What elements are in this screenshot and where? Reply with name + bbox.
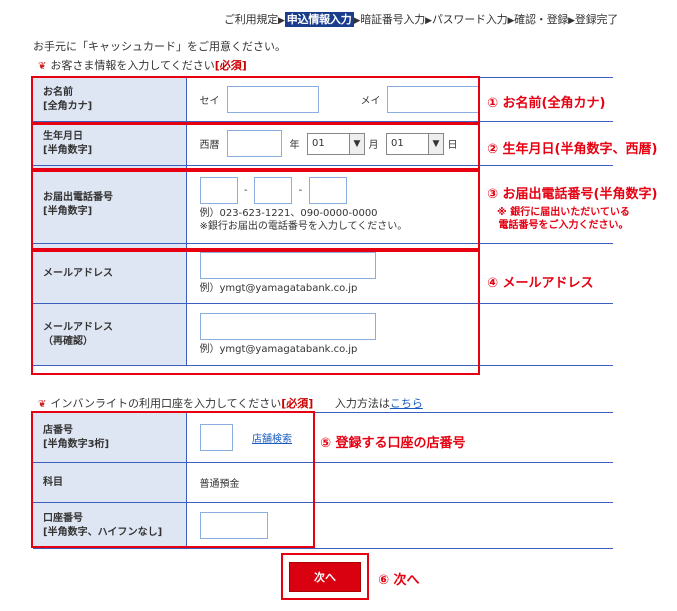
- name-highlight-box: [31, 76, 480, 124]
- callout-phone: ③ お届出電話番号(半角数字): [487, 187, 658, 202]
- cherry-icon: ❦: [38, 61, 47, 72]
- step-arrow-icon: ▶: [425, 16, 432, 26]
- email-highlight-box: [31, 250, 480, 375]
- callout-birthdate: ② 生年月日(半角数字、西暦): [487, 142, 658, 157]
- required-badge: [必須]: [214, 59, 247, 72]
- required-badge: [必須]: [281, 397, 314, 410]
- callout-phone-note-line2: 電話番号をご入力ください。: [498, 220, 629, 231]
- customer-info-heading: ❦ お客さま情報を入力してください[必須]: [38, 57, 247, 73]
- birthdate-highlight-box: [31, 123, 480, 170]
- step-application-input: 申込情報入力: [284, 12, 354, 27]
- callout-phone-note-line1: ※ 銀行に届出いただいている: [497, 207, 630, 218]
- step-pin-input: 暗証番号入力: [360, 13, 426, 26]
- callout-email: ④ メールアドレス: [487, 276, 594, 291]
- intro-text: お手元に「キャッシュカード」をご用意ください。: [33, 40, 286, 53]
- cherry-icon: ❦: [38, 399, 47, 410]
- step-complete: 登録完了: [574, 13, 619, 26]
- step-arrow-icon: ▶: [568, 16, 575, 26]
- callout-name: ① お名前(全角カナ): [487, 96, 606, 111]
- next-button[interactable]: 次へ: [289, 562, 361, 592]
- section-heading-text: お客さま情報を入力してください: [50, 59, 215, 72]
- account-info-heading: ❦ インバンライトの利用口座を入力してください[必須] 入力方法はこちら: [38, 395, 423, 411]
- callout-next: ⑥ 次へ: [378, 573, 420, 588]
- input-method-link[interactable]: こちら: [390, 397, 423, 410]
- callout-phone-note: ※ 銀行に届出いただいている 電話番号をご入力ください。: [497, 206, 630, 232]
- step-terms: ご利用規定: [224, 13, 278, 26]
- phone-highlight-box: [31, 170, 480, 250]
- step-arrow-icon: ▶: [278, 16, 285, 26]
- section-heading-text: インバンライトの利用口座を入力してください: [50, 397, 282, 410]
- account-highlight-box: [31, 411, 315, 548]
- step-password-input: パスワード入力: [431, 13, 508, 26]
- input-method-text: 入力方法は: [334, 397, 390, 410]
- step-confirm-register: 確認・登録: [514, 13, 569, 26]
- callout-branch: ⑤ 登録する口座の店番号: [320, 436, 466, 451]
- step-navigation: ご利用規定▶ 申込情報入力 ▶暗証番号入力▶パスワード入力▶確認・登録▶登録完了: [224, 11, 618, 27]
